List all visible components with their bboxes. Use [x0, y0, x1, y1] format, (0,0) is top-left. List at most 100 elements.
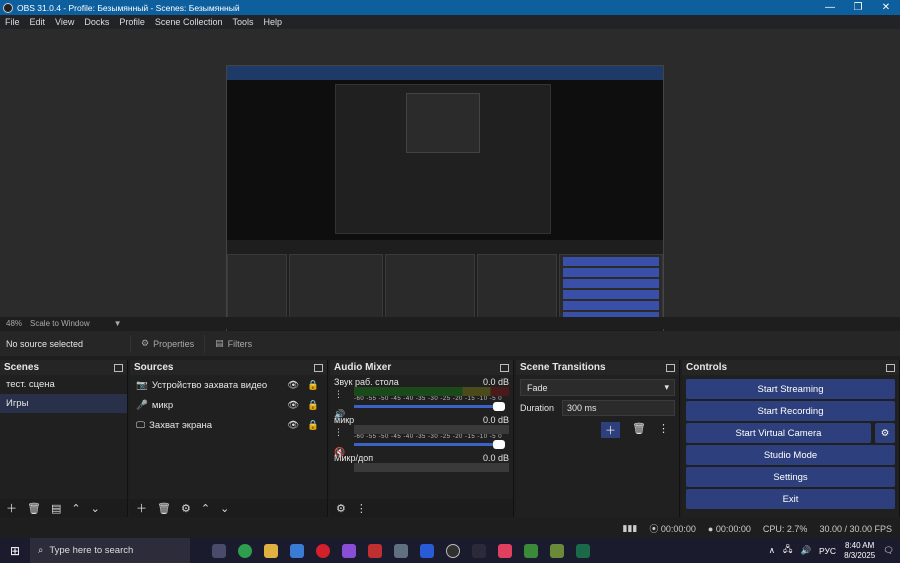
- duration-label: Duration: [520, 403, 555, 413]
- remove-source-icon[interactable]: 🗑: [157, 502, 171, 515]
- start-virtual-camera-button[interactable]: Start Virtual Camera: [686, 423, 871, 443]
- app-icon[interactable]: [368, 543, 382, 558]
- status-bar: ▮▮▮ ⦿ 00:00:00 ● 00:00:00 CPU: 2.7% 30.0…: [0, 519, 900, 538]
- maximize-button[interactable]: ❐: [844, 2, 872, 13]
- source-item[interactable]: 🖵 Захват экрана 👁 🔒: [130, 415, 327, 435]
- undock-icon[interactable]: [114, 363, 123, 372]
- windows-start-icon[interactable]: ⊞: [0, 544, 30, 558]
- scene-filters-icon[interactable]: ▤: [51, 502, 61, 515]
- close-button[interactable]: ✕: [872, 2, 900, 13]
- monitor-icon: 🖵: [136, 419, 146, 431]
- lock-icon[interactable]: 🔒: [307, 420, 319, 431]
- app-icon[interactable]: [524, 543, 538, 558]
- start-recording-button[interactable]: Start Recording: [686, 401, 895, 421]
- undock-icon[interactable]: [500, 363, 509, 372]
- undock-icon[interactable]: [314, 363, 323, 372]
- preview-area[interactable]: [0, 29, 900, 342]
- undock-icon[interactable]: [886, 363, 895, 372]
- add-source-icon[interactable]: ＋: [136, 500, 147, 516]
- volume-slider[interactable]: [354, 402, 509, 411]
- app-icon[interactable]: [498, 543, 512, 558]
- chrome-icon[interactable]: [238, 543, 252, 558]
- scale-dropdown-arrow-icon[interactable]: ▼: [90, 319, 122, 328]
- app-icon[interactable]: [472, 543, 486, 558]
- move-up-icon[interactable]: ⌃: [71, 502, 80, 515]
- eye-icon[interactable]: 👁: [287, 420, 299, 431]
- scale-mode-dropdown[interactable]: Scale to Window: [22, 319, 90, 328]
- language-indicator[interactable]: РУС: [819, 546, 836, 556]
- channel-menu-icon[interactable]: ⋮: [334, 427, 343, 438]
- menu-view[interactable]: View: [50, 17, 79, 27]
- filters-button[interactable]: ▤ Filters: [204, 334, 262, 353]
- sources-dock: Sources 📷 Устройство захвата видео 👁 🔒 🎤 …: [130, 360, 328, 517]
- start-streaming-button[interactable]: Start Streaming: [686, 379, 895, 399]
- controls-title: Controls: [686, 362, 728, 373]
- audio-mixer-title: Audio Mixer: [334, 362, 392, 373]
- browser-icon[interactable]: [342, 543, 356, 558]
- virtual-camera-settings-icon[interactable]: ⚙: [875, 423, 895, 443]
- exit-button[interactable]: Exit: [686, 489, 895, 509]
- remove-transition-icon[interactable]: 🗑: [632, 422, 646, 438]
- eye-icon[interactable]: 👁: [287, 380, 299, 391]
- channel-name: Звук раб. стола: [334, 377, 399, 387]
- menu-file[interactable]: File: [0, 17, 25, 27]
- menu-profile[interactable]: Profile: [114, 17, 150, 27]
- mixer-settings-icon[interactable]: ⚙: [336, 502, 346, 515]
- move-down-icon[interactable]: ⌄: [91, 502, 100, 515]
- move-down-icon[interactable]: ⌄: [220, 502, 229, 515]
- volume-slider[interactable]: [354, 440, 509, 449]
- app-icon[interactable]: [576, 543, 590, 558]
- store-icon[interactable]: [290, 543, 304, 558]
- title-bar: OBS 31.0.4 - Profile: Безымянный - Scene…: [0, 0, 900, 15]
- eye-icon[interactable]: 👁: [287, 400, 299, 411]
- transition-select[interactable]: Fade ▾: [520, 379, 675, 396]
- minimize-button[interactable]: —: [816, 2, 844, 13]
- menu-docks[interactable]: Docks: [79, 17, 114, 27]
- volume-meter: [354, 387, 509, 396]
- notification-icon[interactable]: 🗨: [883, 545, 894, 556]
- tray-chevron-icon[interactable]: ∧: [769, 545, 775, 556]
- remove-scene-icon[interactable]: 🗑: [27, 502, 41, 515]
- menu-edit[interactable]: Edit: [25, 17, 51, 27]
- stream-status: ⦿ 00:00:00: [649, 522, 696, 535]
- network-icon[interactable]: 🖧: [783, 544, 792, 558]
- channel-menu-icon[interactable]: ⋮: [334, 389, 343, 400]
- scene-item-selected[interactable]: Игры: [0, 394, 127, 413]
- source-item[interactable]: 🎤 микр 👁 🔒: [130, 395, 327, 415]
- scene-transitions-dock: Scene Transitions Fade ▾ Duration 300 ms…: [516, 360, 680, 517]
- source-properties-icon[interactable]: ⚙: [181, 502, 191, 515]
- menu-scene-collection[interactable]: Scene Collection: [150, 17, 228, 27]
- source-label: микр: [151, 399, 174, 411]
- taskbar-clock[interactable]: 8:40 AM 8/3/2025: [844, 541, 875, 561]
- properties-button[interactable]: ⚙ Properties: [130, 334, 204, 353]
- lock-icon[interactable]: 🔒: [307, 380, 319, 391]
- source-item[interactable]: 📷 Устройство захвата видео 👁 🔒: [130, 375, 327, 395]
- app-icon[interactable]: [420, 543, 434, 558]
- lock-icon[interactable]: 🔒: [307, 400, 319, 411]
- mixer-channel: Звук раб. стола 0.0 dB ⋮ -60 -55 -50 -45 …: [330, 375, 513, 419]
- file-explorer-icon[interactable]: [264, 543, 278, 558]
- opera-icon[interactable]: [316, 543, 330, 558]
- add-transition-icon[interactable]: ＋: [601, 422, 621, 438]
- menu-tools[interactable]: Tools: [227, 17, 258, 27]
- studio-mode-button[interactable]: Studio Mode: [686, 445, 895, 465]
- move-up-icon[interactable]: ⌃: [201, 502, 210, 515]
- taskbar-search[interactable]: ⌕ Type here to search: [30, 538, 190, 563]
- minecraft-icon[interactable]: [550, 543, 564, 558]
- fps-readout: 30.00 / 30.00 FPS: [819, 523, 892, 534]
- duration-spinbox[interactable]: 300 ms: [562, 400, 675, 416]
- scenes-title: Scenes: [4, 362, 40, 373]
- add-scene-icon[interactable]: ＋: [6, 500, 17, 516]
- camera-app-icon[interactable]: [394, 543, 408, 558]
- task-view-icon[interactable]: [212, 543, 226, 558]
- transition-menu-icon[interactable]: ⋮: [658, 422, 669, 438]
- obs-taskbar-icon[interactable]: [446, 543, 460, 558]
- settings-button[interactable]: Settings: [686, 467, 895, 487]
- undock-icon[interactable]: [666, 363, 675, 372]
- menu-help[interactable]: Help: [258, 17, 287, 27]
- record-icon: ●: [707, 523, 716, 534]
- mixer-menu-icon[interactable]: ⋮: [356, 502, 367, 515]
- taskbar-apps: [212, 543, 590, 558]
- scene-item[interactable]: тест. сцена: [0, 375, 127, 394]
- volume-icon[interactable]: 🔊: [800, 545, 811, 556]
